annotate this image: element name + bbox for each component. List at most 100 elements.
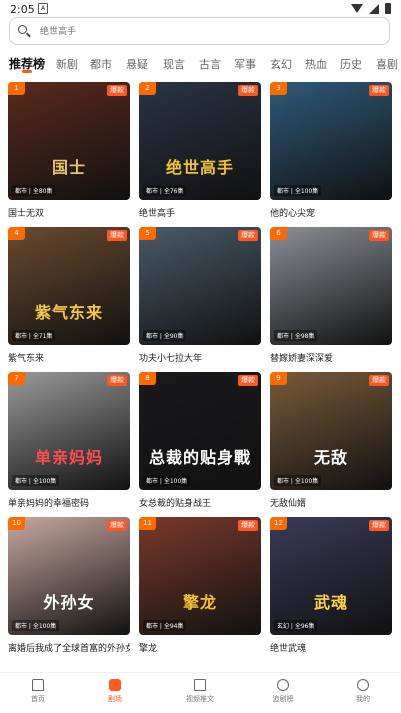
drama-cover[interactable]: 4 爆款紫气东来都市 | 全71集 xyxy=(8,227,130,345)
nav-item-2[interactable]: 视频推文 xyxy=(170,679,230,704)
nav-item-1[interactable]: 剧场 xyxy=(85,679,145,704)
drama-cover[interactable]: 7 爆款单亲妈妈都市 | 全100集 xyxy=(8,372,130,490)
drama-cover[interactable]: 12 爆款 武魂 玄幻 | 全96集 xyxy=(270,517,392,635)
battery-icon xyxy=(385,3,391,14)
nav-item-0[interactable]: 首页 xyxy=(8,679,68,704)
bottom-nav: 首页 剧场 视频推文 追剧榜 我的 xyxy=(0,672,401,713)
theater-icon xyxy=(109,679,121,691)
rank-badge: 12 xyxy=(270,517,287,530)
drama-meta: 都市 | 全98集 xyxy=(274,330,318,341)
poster-title-art: 无敌 xyxy=(313,448,348,467)
drama-title[interactable]: 无敌仙婿 xyxy=(270,496,392,509)
drama-meta: 都市 | 全100集 xyxy=(12,475,60,486)
hot-badge: 爆款 xyxy=(369,230,389,241)
hot-badge: 爆款 xyxy=(369,520,389,531)
drama-meta: 都市 | 全94集 xyxy=(143,620,187,631)
nav-item-4[interactable]: 我的 xyxy=(333,679,393,704)
drama-meta: 都市 | 全90集 xyxy=(143,330,187,341)
hot-badge: 爆款 xyxy=(107,230,127,241)
hot-badge: 爆款 xyxy=(238,85,258,96)
clock-icon xyxy=(277,679,289,691)
drama-title[interactable]: 国士无双 xyxy=(8,206,130,219)
hot-badge: 爆款 xyxy=(238,375,258,386)
rank-badge: 6 xyxy=(270,227,287,240)
status-icons xyxy=(351,3,391,14)
drama-cover[interactable]: 2 爆款 绝世高手 都市 | 全76集 xyxy=(139,82,261,200)
drama-cover[interactable]: 3 爆款 都市 | 全100集 xyxy=(270,82,392,200)
hot-badge: 爆款 xyxy=(369,85,389,96)
book-icon xyxy=(194,679,206,691)
drama-title[interactable]: 绝世高手 xyxy=(139,206,261,219)
hot-badge: 爆款 xyxy=(107,520,127,531)
hot-badge: 爆款 xyxy=(238,230,258,241)
poster-title-art: 国士 xyxy=(51,158,86,177)
nav-label: 视频推文 xyxy=(186,695,214,703)
drama-meta: 都市 | 全71集 xyxy=(12,330,56,341)
drama-cover[interactable]: 6 爆款都市 | 全98集 xyxy=(270,227,392,345)
rank-badge: 11 xyxy=(139,517,156,530)
poster-title-art: 紫气东来 xyxy=(34,303,103,322)
rank-badge: 2 xyxy=(139,82,156,95)
drama-meta: 都市 | 全76集 xyxy=(143,185,187,196)
drama-cover[interactable]: 5 爆款都市 | 全90集 xyxy=(139,227,261,345)
search-input[interactable] xyxy=(38,22,372,42)
hot-badge: 爆款 xyxy=(107,375,127,386)
poster-title-art: 擎龙 xyxy=(182,593,217,612)
drama-cover[interactable]: 1 爆款 国士 都市 | 全80集 xyxy=(8,82,130,200)
poster-title-art: 单亲妈妈 xyxy=(34,448,103,467)
drama-meta: 玄幻 | 全96集 xyxy=(274,620,318,631)
drama-title[interactable]: 功夫小七拉大年 xyxy=(139,351,261,364)
nav-label: 我的 xyxy=(356,695,370,703)
tab-5[interactable]: 古言 xyxy=(199,56,221,72)
poster-title-art: 外孙女 xyxy=(43,593,95,612)
drama-meta: 都市 | 全100集 xyxy=(143,475,191,486)
tab-1[interactable]: 新剧 xyxy=(56,56,78,72)
drama-title[interactable]: 紫气东来 xyxy=(8,351,130,364)
tab-2[interactable]: 都市 xyxy=(90,56,112,72)
drama-cover[interactable]: 8 爆款总裁的贴身戰都市 | 全100集 xyxy=(139,372,261,490)
notification-icon: A xyxy=(38,3,48,14)
status-bar: 2:05 A xyxy=(0,0,401,18)
rank-badge: 9 xyxy=(270,372,287,385)
settings-icon xyxy=(357,679,369,691)
drama-title[interactable]: 女总裁的贴身战王 xyxy=(139,496,261,509)
tab-6[interactable]: 军事 xyxy=(234,56,256,72)
tab-8[interactable]: 热血 xyxy=(305,56,327,72)
rank-badge: 10 xyxy=(8,517,25,530)
signal-icon xyxy=(369,3,379,14)
nav-label: 首页 xyxy=(31,695,45,703)
drama-meta: 都市 | 全100集 xyxy=(12,620,60,631)
drama-cover[interactable]: 9 爆款 无敌 都市 | 全100集 xyxy=(270,372,392,490)
rank-badge: 5 xyxy=(139,227,156,240)
hot-badge: 爆款 xyxy=(238,520,258,531)
drama-cover[interactable]: 10 爆款外孙女都市 | 全100集 xyxy=(8,517,130,635)
tab-4[interactable]: 现言 xyxy=(163,56,185,72)
search-bar[interactable] xyxy=(9,17,390,45)
tab-9[interactable]: 历史 xyxy=(340,56,362,72)
hot-badge: 爆款 xyxy=(107,85,127,96)
drama-title[interactable]: 替嫁娇妻深深爱 xyxy=(270,351,392,364)
drama-meta: 都市 | 全80集 xyxy=(12,185,56,196)
drama-meta: 都市 | 全100集 xyxy=(274,185,322,196)
rank-badge: 7 xyxy=(8,372,25,385)
tab-7[interactable]: 玄幻 xyxy=(270,56,292,72)
rank-badge: 8 xyxy=(139,372,156,385)
home-icon xyxy=(32,679,44,691)
drama-title[interactable]: 离婚后我成了全球首富的外孙女 xyxy=(8,641,130,654)
nav-item-3[interactable]: 追剧榜 xyxy=(253,679,313,704)
tab-3[interactable]: 悬疑 xyxy=(126,56,148,72)
drama-cover[interactable]: 11 爆款擎龙都市 | 全94集 xyxy=(139,517,261,635)
nav-label: 剧场 xyxy=(108,695,122,703)
search-icon xyxy=(18,25,27,34)
poster-title-art: 总裁的贴身戰 xyxy=(148,448,251,467)
nav-label: 追剧榜 xyxy=(272,695,294,703)
wifi-icon xyxy=(351,4,363,13)
drama-title[interactable]: 单亲妈妈的幸福密码 xyxy=(8,496,130,509)
drama-title[interactable]: 他的心尖宠 xyxy=(270,206,392,219)
drama-title[interactable]: 绝世武魂 xyxy=(270,641,392,654)
tab-10[interactable]: 喜剧 xyxy=(376,56,398,72)
drama-title[interactable]: 擎龙 xyxy=(139,641,261,654)
rank-badge: 4 xyxy=(8,227,25,240)
hot-badge: 爆款 xyxy=(369,375,389,386)
tab-active-indicator xyxy=(22,70,32,73)
